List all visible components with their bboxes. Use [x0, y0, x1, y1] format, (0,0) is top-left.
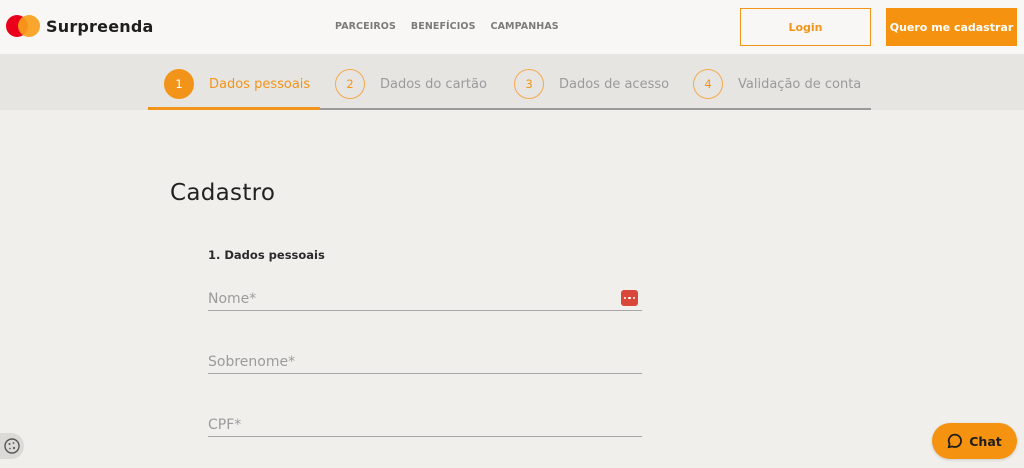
- signup-stepper: [0, 54, 1024, 110]
- site-header: Surpreenda PARCEIROS BENEFÍCIOS CAMPANHA…: [0, 0, 1024, 54]
- step-number: 1: [164, 69, 194, 99]
- cpf-field: [208, 407, 642, 437]
- step-dados-de-acesso[interactable]: 3 Dados de acesso: [514, 69, 669, 99]
- login-button[interactable]: Login: [740, 8, 871, 46]
- step-label: Validação de conta: [738, 76, 862, 92]
- step-label: Dados pessoais: [209, 76, 311, 92]
- step-number: 2: [335, 69, 365, 99]
- signup-button[interactable]: Quero me cadastrar: [886, 8, 1017, 46]
- chat-button[interactable]: Chat: [932, 423, 1017, 459]
- first-name-input[interactable]: [208, 281, 642, 310]
- password-manager-icon[interactable]: [621, 290, 638, 306]
- step-dados-do-cartao[interactable]: 2 Dados do cartão: [335, 69, 487, 99]
- cpf-input[interactable]: [208, 407, 642, 436]
- brand-logo[interactable]: Surpreenda: [6, 14, 154, 38]
- step-number: 4: [693, 69, 723, 99]
- cookie-icon: [4, 438, 20, 454]
- nav-link-parceiros[interactable]: PARCEIROS: [335, 21, 396, 32]
- page-title: Cadastro: [170, 180, 276, 206]
- section-heading: 1. Dados pessoais: [208, 248, 325, 262]
- chat-bubble-icon: [948, 433, 963, 449]
- mastercard-logo-icon: [6, 14, 42, 38]
- step-label: Dados do cartão: [380, 76, 487, 92]
- last-name-field: [208, 344, 642, 374]
- step-number: 3: [514, 69, 544, 99]
- chat-label: Chat: [969, 433, 1002, 449]
- first-name-field: [208, 281, 642, 311]
- step-label: Dados de acesso: [559, 76, 670, 92]
- last-name-input[interactable]: [208, 344, 642, 373]
- cookie-settings-button[interactable]: [0, 433, 24, 459]
- nav-link-campanhas[interactable]: CAMPANHAS: [491, 21, 559, 32]
- brand-name: Surpreenda: [46, 16, 154, 36]
- main-nav: PARCEIROS BENEFÍCIOS CAMPANHAS: [335, 21, 559, 32]
- step-dados-pessoais[interactable]: 1 Dados pessoais: [164, 69, 310, 99]
- stepper-progress: [148, 107, 320, 110]
- nav-link-beneficios[interactable]: BENEFÍCIOS: [411, 21, 476, 32]
- step-validacao-de-conta[interactable]: 4 Validação de conta: [693, 69, 861, 99]
